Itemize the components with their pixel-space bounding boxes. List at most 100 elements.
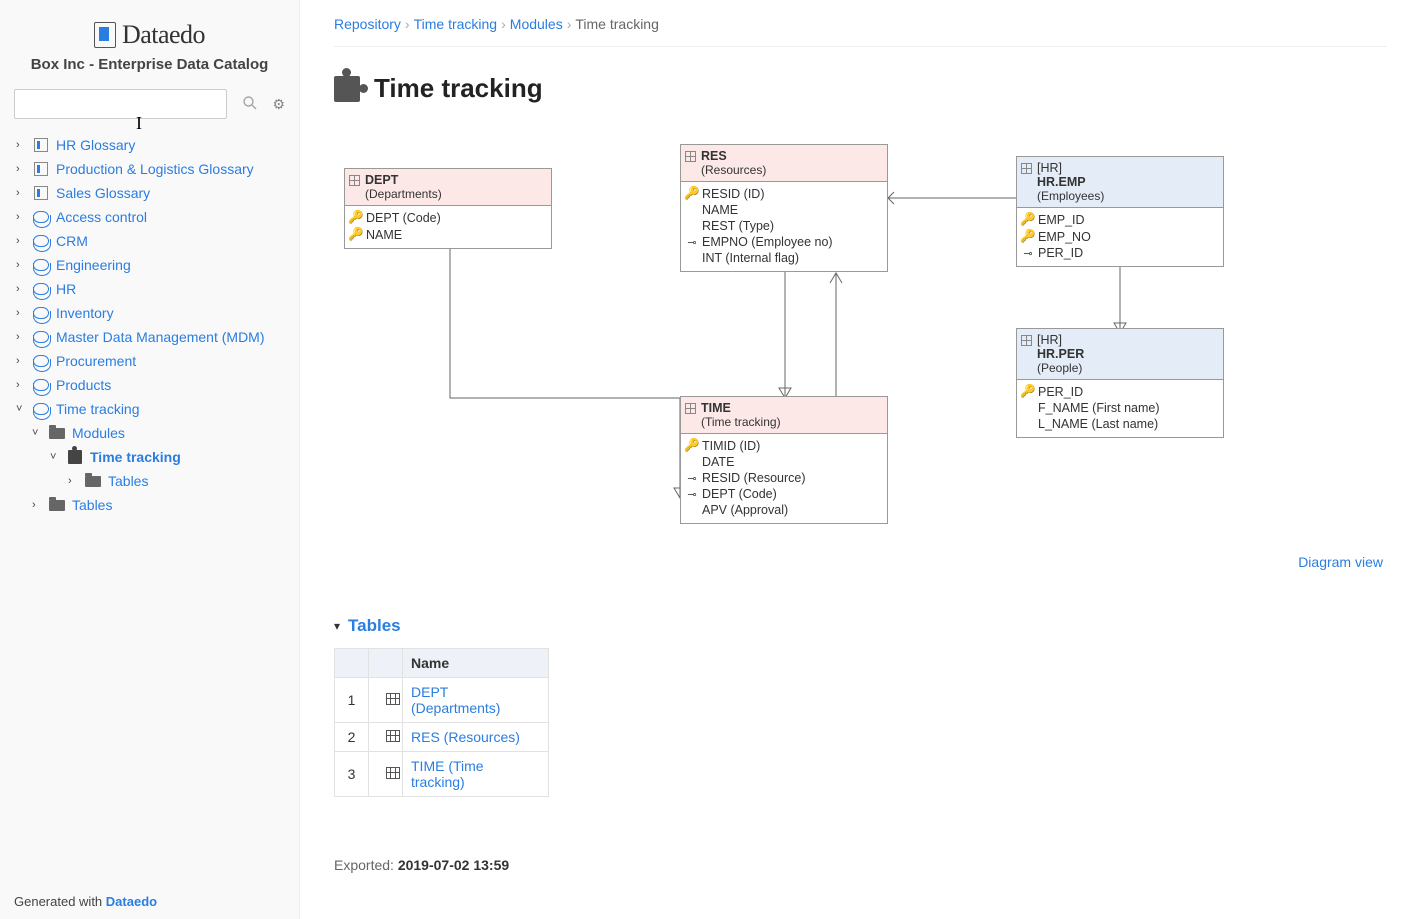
logo[interactable]: Dataedo <box>14 20 285 50</box>
key-icon: 🔑 <box>687 438 697 453</box>
entity-column: 🔑NAME <box>351 226 545 243</box>
search-icon[interactable] <box>242 95 258 114</box>
db-icon <box>32 211 50 223</box>
column-text: INT (Internal flag) <box>702 251 799 265</box>
tables-section-toggle[interactable]: ▾ Tables <box>334 616 549 636</box>
folder-icon <box>48 428 66 439</box>
row-icon-cell <box>369 752 403 797</box>
main-content: Repository›Time tracking›Modules›Time tr… <box>300 0 1427 919</box>
tree-module-time-tracking[interactable]: ˅ Time tracking <box>14 445 285 469</box>
fk-icon: ⊸ <box>687 472 697 485</box>
sidebar-item-engineering[interactable]: › Engineering <box>14 253 285 277</box>
db-icon <box>32 259 50 271</box>
entity-dept[interactable]: DEPT (Departments) 🔑DEPT (Code)🔑NAME <box>344 168 552 249</box>
entity-name: RES <box>701 149 727 163</box>
sidebar-item-time-tracking[interactable]: ˅ Time tracking <box>14 397 285 421</box>
sidebar-item-hr[interactable]: › HR <box>14 277 285 301</box>
breadcrumb: Repository›Time tracking›Modules›Time tr… <box>334 16 1387 47</box>
sidebar-item-label: Master Data Management (MDM) <box>56 329 265 345</box>
chevron-right-icon: › <box>16 283 26 295</box>
col-index-header <box>335 649 369 678</box>
entity-column: DATE <box>687 454 881 470</box>
entity-hrper-cols: 🔑PER_IDF_NAME (First name)L_NAME (Last n… <box>1017 380 1223 437</box>
entity-column: L_NAME (Last name) <box>1023 416 1217 432</box>
table-link[interactable]: RES (Resources) <box>411 729 520 745</box>
db-icon <box>32 283 50 295</box>
search-input[interactable] <box>14 89 227 119</box>
sidebar-item-procurement[interactable]: › Procurement <box>14 349 285 373</box>
table-icon <box>685 403 696 414</box>
row-index: 3 <box>335 752 369 797</box>
table-icon <box>685 151 696 162</box>
chevron-right-icon: › <box>16 379 26 391</box>
search-row: ⚙ <box>14 89 285 119</box>
chevron-right-icon: › <box>16 163 26 175</box>
tree-module-tables[interactable]: › Tables <box>14 469 285 493</box>
table-link[interactable]: DEPT (Departments) <box>411 684 500 716</box>
filter-icon[interactable]: ⚙ <box>272 96 285 113</box>
tables-grid: Name 1 DEPT (Departments) 2 RES (Resourc… <box>334 648 549 797</box>
column-text: NAME <box>702 203 738 217</box>
entity-res-cols: 🔑RESID (ID)NAMEREST (Type)⊸EMPNO (Employ… <box>681 182 887 271</box>
sidebar-item-access-control[interactable]: › Access control <box>14 205 285 229</box>
entity-column: APV (Approval) <box>687 502 881 518</box>
column-text: APV (Approval) <box>702 503 788 517</box>
entity-hremp-cols: 🔑EMP_ID🔑EMP_NO⊸PER_ID <box>1017 208 1223 266</box>
entity-sub: (People) <box>1037 361 1217 375</box>
sidebar: Dataedo Box Inc - Enterprise Data Catalo… <box>0 0 300 919</box>
entity-res-header: RES (Resources) <box>681 145 887 182</box>
col-name-header: Name <box>403 649 549 678</box>
diagram-view-link[interactable]: Diagram view <box>1298 554 1383 570</box>
breadcrumb-link[interactable]: Repository <box>334 16 401 32</box>
footer-prefix: Generated with <box>14 894 106 909</box>
sidebar-item-master-data-management-mdm-[interactable]: › Master Data Management (MDM) <box>14 325 285 349</box>
repo-title: Box Inc - Enterprise Data Catalog <box>14 56 285 73</box>
breadcrumb-link[interactable]: Time tracking <box>414 16 498 32</box>
sidebar-item-crm[interactable]: › CRM <box>14 229 285 253</box>
column-text: DEPT (Code) <box>366 211 441 225</box>
fk-icon: ⊸ <box>1023 247 1033 260</box>
entity-time-header: TIME (Time tracking) <box>681 397 887 434</box>
column-text: EMPNO (Employee no) <box>702 235 833 249</box>
table-icon <box>1021 335 1032 346</box>
entity-hremp[interactable]: [HR] HR.EMP (Employees) 🔑EMP_ID🔑EMP_NO⊸P… <box>1016 156 1224 267</box>
footer-brand-link[interactable]: Dataedo <box>106 894 157 909</box>
db-icon <box>32 355 50 367</box>
breadcrumb-link[interactable]: Modules <box>510 16 563 32</box>
table-link[interactable]: TIME (Time tracking) <box>411 758 484 790</box>
entity-column: ⊸EMPNO (Employee no) <box>687 234 881 250</box>
sidebar-item-hr-glossary[interactable]: › HR Glossary <box>14 133 285 157</box>
entity-time-cols: 🔑TIMID (ID)DATE⊸RESID (Resource)⊸DEPT (C… <box>681 434 887 523</box>
tree-tables[interactable]: › Tables <box>14 493 285 517</box>
sidebar-item-label: Inventory <box>56 305 114 321</box>
chevron-right-icon: › <box>68 475 78 487</box>
column-text: DEPT (Code) <box>702 487 777 501</box>
column-text: REST (Type) <box>702 219 774 233</box>
breadcrumb-sep: › <box>405 16 410 32</box>
sidebar-item-products[interactable]: › Products <box>14 373 285 397</box>
row-index: 1 <box>335 678 369 723</box>
tree-modules[interactable]: ˅ Modules <box>14 421 285 445</box>
sidebar-item-sales-glossary[interactable]: › Sales Glossary <box>14 181 285 205</box>
db-icon <box>32 379 50 391</box>
row-icon-cell <box>369 678 403 723</box>
sidebar-item-inventory[interactable]: › Inventory <box>14 301 285 325</box>
logo-text: Dataedo <box>122 20 205 50</box>
table-icon <box>379 693 393 705</box>
row-name-cell: TIME (Time tracking) <box>403 752 549 797</box>
column-text: L_NAME (Last name) <box>1038 417 1158 431</box>
chevron-down-icon: ˅ <box>50 451 60 463</box>
fk-icon: ⊸ <box>687 488 697 501</box>
sidebar-item-label: Access control <box>56 209 147 225</box>
entity-time[interactable]: TIME (Time tracking) 🔑TIMID (ID)DATE⊸RES… <box>680 396 888 524</box>
search-wrap <box>14 89 264 119</box>
sidebar-item-production-logistics-glossary[interactable]: › Production & Logistics Glossary <box>14 157 285 181</box>
entity-dept-header: DEPT (Departments) <box>345 169 551 206</box>
entity-res[interactable]: RES (Resources) 🔑RESID (ID)NAMEREST (Typ… <box>680 144 888 272</box>
column-text: RESID (Resource) <box>702 471 806 485</box>
db-icon <box>32 307 50 319</box>
entity-hrper[interactable]: [HR] HR.PER (People) 🔑PER_IDF_NAME (Firs… <box>1016 328 1224 438</box>
entity-column: 🔑EMP_NO <box>1023 228 1217 245</box>
table-icon <box>379 767 393 779</box>
chevron-right-icon: › <box>16 331 26 343</box>
